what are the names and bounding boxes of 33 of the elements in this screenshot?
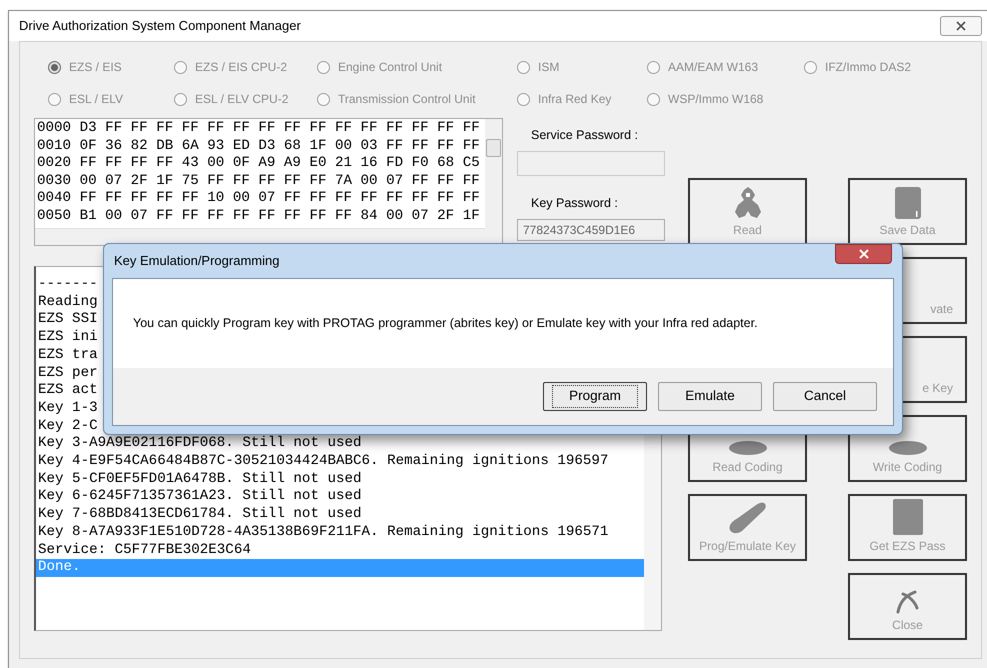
field-label: Key Password : [531, 194, 619, 212]
hex-line: 0040 FF FF FF FF FF 10 00 07 FF FF FF FF FF FF FF FF [37, 190, 481, 208]
close-icon [858, 249, 868, 259]
close-button[interactable] [835, 244, 892, 264]
key-password-field[interactable]: 77824373C459D1E6 [517, 218, 665, 240]
vertical-scrollbar[interactable] [485, 119, 502, 245]
field-label: Service Password : [531, 127, 639, 144]
log-line[interactable]: Key 3-A9A9E02116FDF068. Still not used [36, 435, 644, 454]
hex-line: 0020 FF FF FF FF 43 00 0F A9 A9 E0 21 16 FD F0 68 C5 [37, 155, 481, 173]
dialog-button[interactable]: Emulate [658, 382, 762, 411]
close-icon [956, 21, 966, 31]
hex-line: 0010 0F 36 82 DB 6A 93 ED D3 68 1F 00 03 FF FF FF FF [37, 138, 481, 156]
log-line[interactable]: Key 6-6245F71357361A23. Still not used [36, 488, 644, 506]
log-line[interactable]: Key 7-68BD8413ECD61784. Still not used [36, 506, 644, 524]
blob-icon [888, 440, 928, 456]
hex-line: 0000 D3 FF FF FF FF FF FF FF FF FF FF FF FF FF FF FF [37, 120, 481, 138]
window-title: Drive Authorization System Component Manager [19, 17, 301, 36]
dialog-message: You can quickly Program key with PROTAG programmer (abrites key) or Emulate key with your Infra red adapter. [133, 315, 758, 332]
log-line[interactable]: Key 5-CF0EF5FD01A6478B. Still not used [36, 470, 644, 488]
blob-icon [728, 440, 768, 456]
hex-line: 0050 B1 00 07 FF FF FF FF FF FF FF FF 84 00 07 2F 1F [37, 208, 481, 226]
card-icon [892, 499, 922, 535]
dialog-title: Key Emulation/Programming [114, 252, 280, 270]
dialog-button[interactable]: Program [543, 382, 647, 411]
close-button[interactable] [940, 16, 982, 36]
log-line[interactable]: Key 4-E9F54CA66484B87C-30521034424BABC6. Remaining ignitions 196597 [36, 453, 644, 471]
service-password-field[interactable] [517, 150, 665, 176]
horizontal-scrollbar[interactable] [35, 228, 485, 245]
hex-line: 0030 00 07 2F 1F 75 FF FF FF FF FF 7A 00 07 FF FF FF [37, 172, 481, 190]
card-icon [894, 187, 920, 219]
dialog-button[interactable]: Cancel [773, 382, 877, 411]
log-line[interactable]: Service: C5F77FBE302E3C64 [36, 542, 644, 560]
log-line[interactable]: Key 8-A7A933F1E510D728-4A35138B69F211FA. Remaining ignitions 196571 [36, 524, 644, 542]
